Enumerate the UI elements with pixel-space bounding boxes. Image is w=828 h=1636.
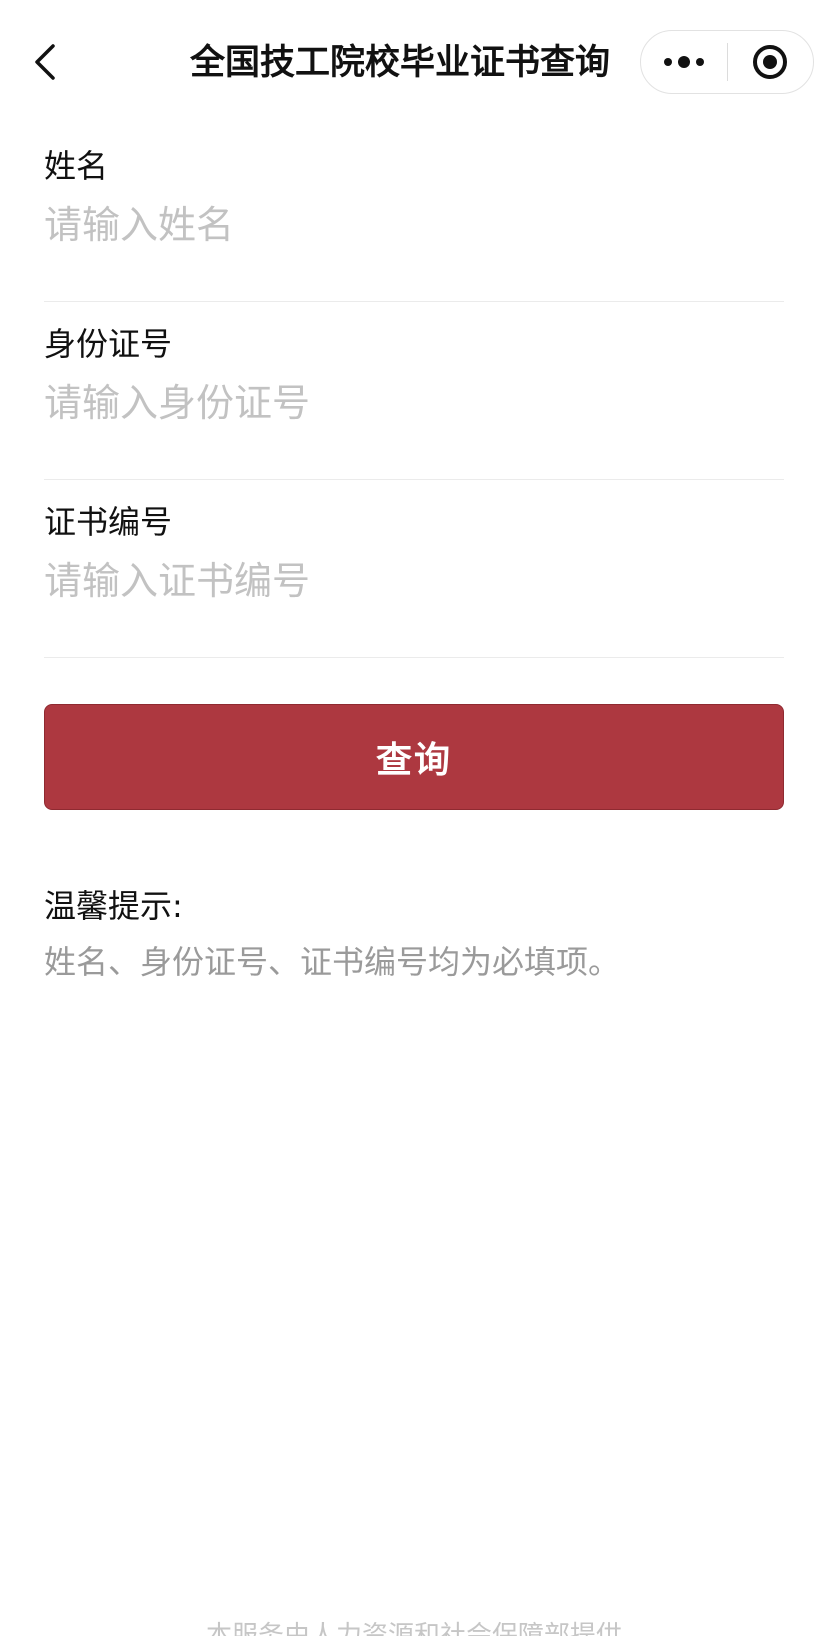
close-button[interactable] bbox=[728, 31, 814, 93]
certificate-number-input[interactable] bbox=[44, 550, 784, 612]
id-number-label: 身份证号 bbox=[44, 325, 173, 363]
id-number-field: 身份证号 bbox=[44, 302, 784, 480]
target-circle-icon bbox=[753, 45, 788, 79]
more-button[interactable] bbox=[641, 31, 727, 93]
footer-provider-text: 本服务由人力资源和社会保障部提供 bbox=[205, 1621, 622, 1636]
more-dots-icon bbox=[663, 56, 704, 68]
id-number-input[interactable] bbox=[44, 372, 784, 434]
nav-bar: 全国技工院校毕业证书查询 bbox=[0, 0, 828, 124]
query-form: 姓名 身份证号 证书编号 bbox=[44, 124, 784, 658]
query-page: 全国技工院校毕业证书查询 姓名 身份证号 bbox=[0, 0, 828, 1636]
name-input[interactable] bbox=[44, 194, 784, 256]
certificate-number-field: 证书编号 bbox=[44, 480, 784, 658]
name-label: 姓名 bbox=[44, 147, 109, 185]
page-title: 全国技工院校毕业证书查询 bbox=[190, 43, 611, 83]
name-field: 姓名 bbox=[44, 124, 784, 302]
tips-title: 温馨提示: bbox=[44, 887, 183, 925]
certificate-number-label: 证书编号 bbox=[44, 503, 173, 541]
chevron-left-icon bbox=[35, 44, 55, 80]
mini-program-capsule bbox=[640, 30, 814, 94]
query-button[interactable]: 查询 bbox=[44, 704, 784, 810]
back-button[interactable] bbox=[20, 36, 68, 88]
tips-text: 姓名、身份证号、证书编号均为必填项。 bbox=[44, 943, 621, 981]
